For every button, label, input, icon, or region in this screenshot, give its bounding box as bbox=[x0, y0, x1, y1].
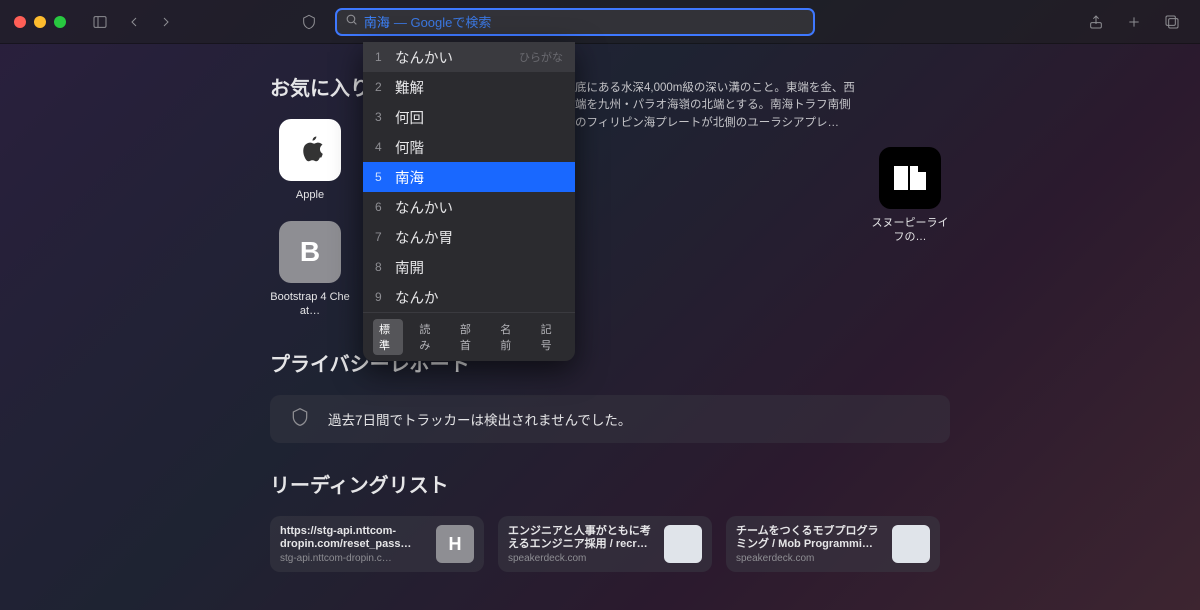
definition-snippet: 底にある水深4,000m級の深い溝のこと。東端を金、西端を九州・パラオ海嶺の北端… bbox=[575, 80, 855, 132]
address-bar[interactable]: 南海 — Googleで検索 bbox=[335, 8, 815, 36]
favorite-snoopy[interactable]: スヌーピーライフの… bbox=[870, 147, 950, 245]
favorite-label: Bootstrap 4 Cheat… bbox=[270, 291, 350, 319]
search-suffix: — Googleで検索 bbox=[394, 12, 492, 31]
ime-candidate[interactable]: 7 なんか胃 bbox=[363, 222, 575, 252]
reading-thumb: H bbox=[436, 525, 474, 563]
reading-item[interactable]: エンジニアと人事がともに考えるエンジニア採用 / recr… speakerde… bbox=[498, 516, 712, 572]
ime-hiragana-hint: ひらがな bbox=[519, 49, 563, 65]
reading-domain: speakerdeck.com bbox=[736, 553, 882, 564]
reading-thumb bbox=[664, 525, 702, 563]
tab-overview-icon[interactable] bbox=[1158, 8, 1186, 36]
sidebar-toggle-icon[interactable] bbox=[86, 8, 114, 36]
letter-icon: B bbox=[279, 221, 341, 283]
favorite-apple[interactable]: Apple bbox=[270, 119, 350, 203]
close-window-button[interactable] bbox=[14, 16, 26, 28]
reading-heading: リーディングリスト bbox=[270, 469, 1140, 498]
ime-mode-tab[interactable]: 標準 bbox=[373, 319, 403, 355]
reading-domain: speakerdeck.com bbox=[508, 553, 654, 564]
fullscreen-window-button[interactable] bbox=[54, 16, 66, 28]
search-term: 南海 bbox=[364, 12, 390, 31]
ime-candidate[interactable]: 9 なんか bbox=[363, 282, 575, 312]
ime-candidate[interactable]: 3 何回 bbox=[363, 102, 575, 132]
browser-toolbar: 南海 — Googleで検索 bbox=[0, 0, 1200, 44]
share-icon[interactable] bbox=[1082, 8, 1110, 36]
forward-button[interactable] bbox=[152, 8, 180, 36]
favorite-label: スヌーピーライフの… bbox=[870, 217, 950, 245]
favorite-bootstrap[interactable]: B Bootstrap 4 Cheat… bbox=[270, 221, 350, 319]
reading-title: エンジニアと人事がともに考えるエンジニア採用 / recr… bbox=[508, 525, 654, 551]
reading-title: チームをつくるモブプログラミング / Mob Programmi… bbox=[736, 525, 882, 551]
ime-candidate-dropdown: 1 なんかい ひらがな 2 難解 3 何回 4 何階 5 南海 6 なんかい 7… bbox=[363, 42, 575, 361]
ime-candidate[interactable]: 6 なんかい bbox=[363, 192, 575, 222]
reading-title: https://stg-api.nttcom-dropin.com/reset_… bbox=[280, 525, 426, 551]
ime-mode-tab[interactable]: 読み bbox=[413, 319, 443, 355]
ime-mode-tab[interactable]: 名前 bbox=[494, 319, 524, 355]
new-tab-icon[interactable] bbox=[1120, 8, 1148, 36]
ime-candidate[interactable]: 8 南開 bbox=[363, 252, 575, 282]
favorite-label: Apple bbox=[270, 189, 350, 203]
address-text: 南海 — Googleで検索 bbox=[364, 12, 492, 31]
ime-mode-tab[interactable]: 部首 bbox=[454, 319, 484, 355]
privacy-shield-icon[interactable] bbox=[295, 8, 323, 36]
window-controls bbox=[14, 16, 66, 28]
shield-icon bbox=[290, 407, 310, 432]
ime-candidate-selected[interactable]: 5 南海 bbox=[363, 162, 575, 192]
reading-domain: stg-api.nttcom-dropin.c… bbox=[280, 553, 426, 564]
ime-mode-tab[interactable]: 記号 bbox=[535, 319, 565, 355]
minimize-window-button[interactable] bbox=[34, 16, 46, 28]
ime-candidate[interactable]: 2 難解 bbox=[363, 72, 575, 102]
ime-candidate[interactable]: 1 なんかい ひらがな bbox=[363, 42, 575, 72]
ime-candidate[interactable]: 4 何階 bbox=[363, 132, 575, 162]
reading-thumb bbox=[892, 525, 930, 563]
ime-mode-tabs: 標準 読み 部首 名前 記号 bbox=[363, 312, 575, 361]
search-icon bbox=[345, 13, 358, 31]
reading-item[interactable]: チームをつくるモブプログラミング / Mob Programmi… speake… bbox=[726, 516, 940, 572]
apple-icon bbox=[279, 119, 341, 181]
reading-item[interactable]: https://stg-api.nttcom-dropin.com/reset_… bbox=[270, 516, 484, 572]
privacy-report-card[interactable]: 過去7日間でトラッカーは検出されませんでした。 bbox=[270, 395, 950, 443]
privacy-text: 過去7日間でトラッカーは検出されませんでした。 bbox=[328, 409, 631, 429]
snoopy-icon bbox=[879, 147, 941, 209]
back-button[interactable] bbox=[120, 8, 148, 36]
